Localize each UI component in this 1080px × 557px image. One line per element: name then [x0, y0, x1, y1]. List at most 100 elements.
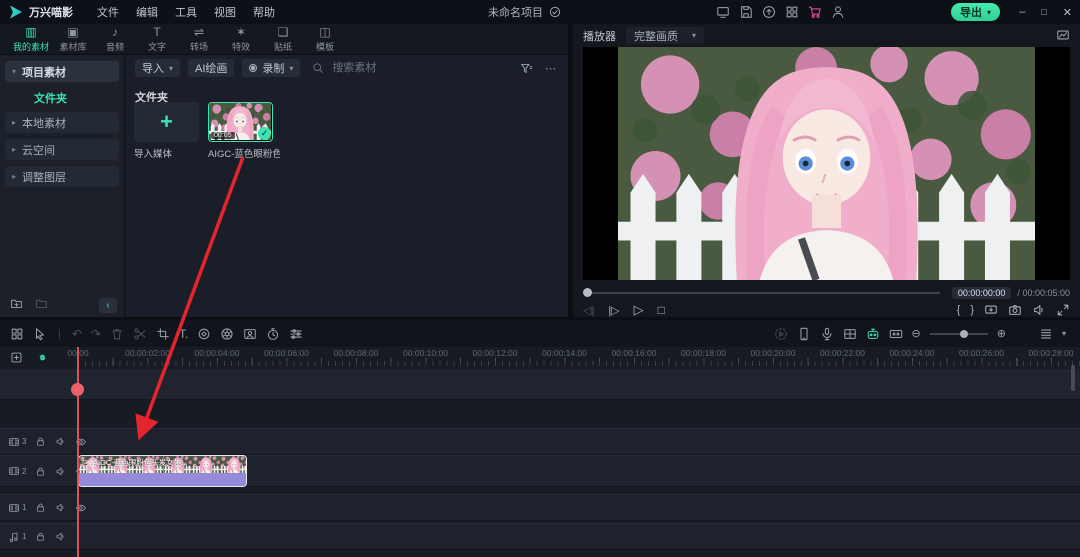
- cart-icon[interactable]: [808, 5, 822, 19]
- crop-icon[interactable]: [156, 327, 170, 341]
- tab-stock-media[interactable]: ▣ 素材库: [52, 26, 94, 53]
- tab-effects[interactable]: ✶ 特效: [220, 26, 262, 53]
- maximize-button[interactable]: □: [1041, 7, 1046, 17]
- media-item-thumbnail[interactable]: 00:05 ✓: [208, 102, 273, 142]
- ai-assistant-icon[interactable]: [866, 327, 880, 341]
- zoom-slider-handle[interactable]: [960, 330, 968, 338]
- tab-my-media[interactable]: ▥ 我的素材: [10, 26, 52, 53]
- ai-paint-button[interactable]: AI绘画: [188, 59, 234, 77]
- voiceover-mic-icon[interactable]: [820, 327, 834, 341]
- record-button[interactable]: 录制 ▾: [242, 59, 300, 77]
- tab-transitions[interactable]: ⇌ 转场: [178, 26, 220, 53]
- import-media-tile[interactable]: +: [134, 102, 199, 142]
- lock-track-icon[interactable]: [35, 502, 46, 513]
- playhead-marker-badge[interactable]: [71, 383, 84, 396]
- timeline-zoom-slider[interactable]: [930, 333, 988, 335]
- mute-track-icon[interactable]: [55, 466, 66, 477]
- sidebar-item-folder[interactable]: 文件夹: [34, 90, 124, 106]
- device-preview-icon[interactable]: [797, 327, 811, 341]
- add-track-icon[interactable]: [10, 351, 23, 364]
- search-box: [312, 61, 512, 75]
- apps-grid-icon[interactable]: [785, 5, 799, 19]
- volume-icon[interactable]: [1032, 303, 1046, 317]
- timeline-marker-band[interactable]: [0, 369, 1080, 400]
- timeline-vertical-scrollbar[interactable]: [1071, 365, 1075, 391]
- import-button[interactable]: 导入 ▾: [135, 59, 180, 77]
- tab-audio[interactable]: ♪ 音频: [94, 26, 136, 53]
- split-screen-icon[interactable]: [843, 327, 857, 341]
- timeline-clip[interactable]: AIGC-蓝色眼粉色头发女生...: [78, 455, 247, 487]
- track-height-icon[interactable]: [1039, 327, 1053, 341]
- mute-track-icon[interactable]: [55, 531, 66, 542]
- zoom-in-icon[interactable]: ⊕: [997, 327, 1006, 340]
- sidebar-item-adjust-layer[interactable]: ▸ 调整图层: [5, 166, 119, 187]
- menu-view[interactable]: 视图: [214, 4, 236, 20]
- save-icon[interactable]: [739, 5, 753, 19]
- quality-dropdown[interactable]: 完整画质 ▾: [626, 27, 704, 44]
- collapse-sidebar-button[interactable]: ‹: [99, 298, 117, 313]
- color-adjust-icon[interactable]: [289, 327, 303, 341]
- menu-help[interactable]: 帮助: [253, 4, 275, 20]
- mask-icon[interactable]: [243, 327, 257, 341]
- user-icon[interactable]: [831, 5, 845, 19]
- play-button[interactable]: ▷: [634, 302, 644, 318]
- tab-templates[interactable]: ◫ 模板: [304, 26, 346, 53]
- mirror-display-icon[interactable]: [984, 303, 998, 317]
- color-scope-icon[interactable]: [1056, 28, 1070, 42]
- lock-track-icon[interactable]: [35, 466, 46, 477]
- filter-icon[interactable]: [520, 62, 533, 75]
- video-track-1-row[interactable]: [0, 494, 1080, 521]
- mark-out-button[interactable]: }: [970, 304, 974, 316]
- chevron-down-icon[interactable]: ▾: [1062, 329, 1066, 338]
- workspace-icon[interactable]: [716, 5, 730, 19]
- sidebar-item-project-media[interactable]: ▾ 项目素材: [5, 61, 119, 82]
- track-manager-icon[interactable]: [10, 327, 24, 341]
- menu-tools[interactable]: 工具: [175, 4, 197, 20]
- sidebar-item-cloud[interactable]: ▸ 云空间: [5, 139, 119, 160]
- snapshot-camera-icon[interactable]: [1008, 303, 1022, 317]
- timeline-ruler[interactable]: 00:00 00:00:02:00 00:00:04:00 00:00:06:0…: [78, 348, 1080, 358]
- chroma-key-icon[interactable]: [220, 327, 234, 341]
- playhead[interactable]: [77, 347, 79, 557]
- render-preview-icon[interactable]: [774, 327, 788, 341]
- close-button[interactable]: ✕: [1063, 6, 1072, 19]
- minimize-button[interactable]: –: [1019, 6, 1025, 18]
- chevron-down-icon[interactable]: ▾: [987, 8, 991, 17]
- keyframe-icon[interactable]: [197, 327, 211, 341]
- menu-edit[interactable]: 编辑: [136, 4, 158, 20]
- export-button[interactable]: 导出 ▾: [951, 3, 1000, 21]
- scrubber-track[interactable]: [591, 292, 940, 294]
- more-icon[interactable]: ⋯: [545, 62, 556, 75]
- text-edit-icon[interactable]: T.: [179, 328, 188, 340]
- mute-track-icon[interactable]: [55, 502, 66, 513]
- lock-track-icon[interactable]: [35, 436, 46, 447]
- undo-icon[interactable]: ↶: [72, 328, 82, 340]
- audio-track-1-row[interactable]: [0, 523, 1080, 550]
- scrubber-handle[interactable]: [583, 288, 592, 297]
- delete-icon[interactable]: [110, 327, 124, 341]
- next-frame-button[interactable]: |▷: [608, 304, 619, 317]
- search-input[interactable]: [330, 61, 444, 75]
- speed-icon[interactable]: [266, 327, 280, 341]
- stop-button[interactable]: □: [658, 303, 665, 317]
- menu-file[interactable]: 文件: [97, 4, 119, 20]
- mute-track-icon[interactable]: [55, 436, 66, 447]
- fullscreen-icon[interactable]: [1056, 303, 1070, 317]
- fit-timeline-icon[interactable]: [889, 327, 903, 341]
- prev-frame-button[interactable]: ◁|: [583, 304, 594, 317]
- video-track-3-row[interactable]: [0, 428, 1080, 455]
- tab-text[interactable]: T 文字: [136, 26, 178, 53]
- delete-folder-icon[interactable]: [35, 297, 48, 310]
- lock-track-icon[interactable]: [35, 531, 46, 542]
- split-scissors-icon[interactable]: [133, 327, 147, 341]
- redo-icon[interactable]: ↷: [91, 328, 101, 340]
- select-tool-icon[interactable]: [33, 327, 47, 341]
- mark-in-button[interactable]: {: [957, 304, 961, 316]
- tab-stickers[interactable]: ❏ 贴纸: [262, 26, 304, 53]
- new-folder-icon[interactable]: [10, 297, 23, 310]
- upload-icon[interactable]: [762, 5, 776, 19]
- auto-ripple-link-icon[interactable]: [36, 351, 49, 364]
- zoom-out-icon[interactable]: ⊖: [912, 327, 921, 340]
- sidebar-item-local-media[interactable]: ▸ 本地素材: [5, 112, 119, 133]
- ruler-label: 00:00:14:00: [542, 348, 587, 358]
